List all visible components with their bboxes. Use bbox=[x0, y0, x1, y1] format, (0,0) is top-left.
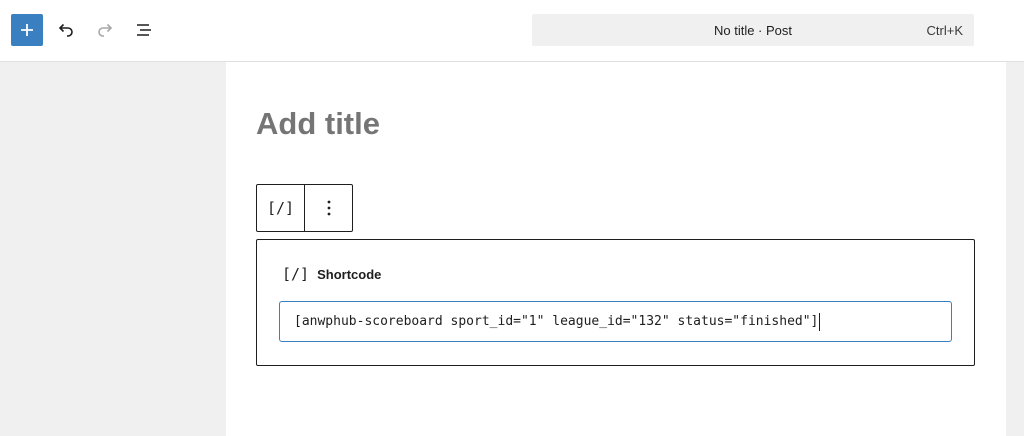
block-options-button[interactable] bbox=[305, 185, 352, 231]
shortcode-icon: [/] bbox=[282, 265, 310, 283]
command-palette-button[interactable]: No title · Post Ctrl+K bbox=[532, 14, 974, 46]
add-block-button[interactable] bbox=[11, 14, 43, 46]
redo-button[interactable] bbox=[89, 14, 121, 46]
list-view-icon bbox=[137, 24, 151, 36]
block-toolbar: [/] bbox=[256, 184, 353, 232]
document-title-label: No title · Post bbox=[713, 22, 793, 38]
keyboard-shortcut-label: Ctrl+K bbox=[926, 23, 963, 38]
undo-button[interactable] bbox=[50, 14, 82, 46]
block-type-switcher[interactable]: [/] bbox=[257, 185, 305, 231]
shortcode-block-label: [/] Shortcode bbox=[282, 265, 381, 283]
undo-icon bbox=[58, 23, 73, 37]
shortcode-label-text: Shortcode bbox=[317, 266, 382, 282]
shortcode-input[interactable]: [anwphub-scoreboard sport_id="1" league_… bbox=[279, 301, 952, 342]
text-caret bbox=[819, 312, 821, 331]
top-toolbar: No title · Post Ctrl+K bbox=[0, 0, 1024, 62]
redo-icon bbox=[98, 23, 113, 37]
document-overview-button[interactable] bbox=[128, 14, 160, 46]
plus-icon bbox=[21, 24, 33, 36]
vertical-ellipsis-icon bbox=[327, 200, 330, 216]
post-title-input[interactable]: Add title bbox=[256, 106, 380, 142]
editor-canvas: Add title [/] [/] Shortcode [anwphub-sco… bbox=[226, 62, 1006, 436]
shortcode-block[interactable]: [/] Shortcode [anwphub-scoreboard sport_… bbox=[256, 239, 975, 366]
shortcode-input-value: [anwphub-scoreboard sport_id="1" league_… bbox=[294, 314, 819, 329]
